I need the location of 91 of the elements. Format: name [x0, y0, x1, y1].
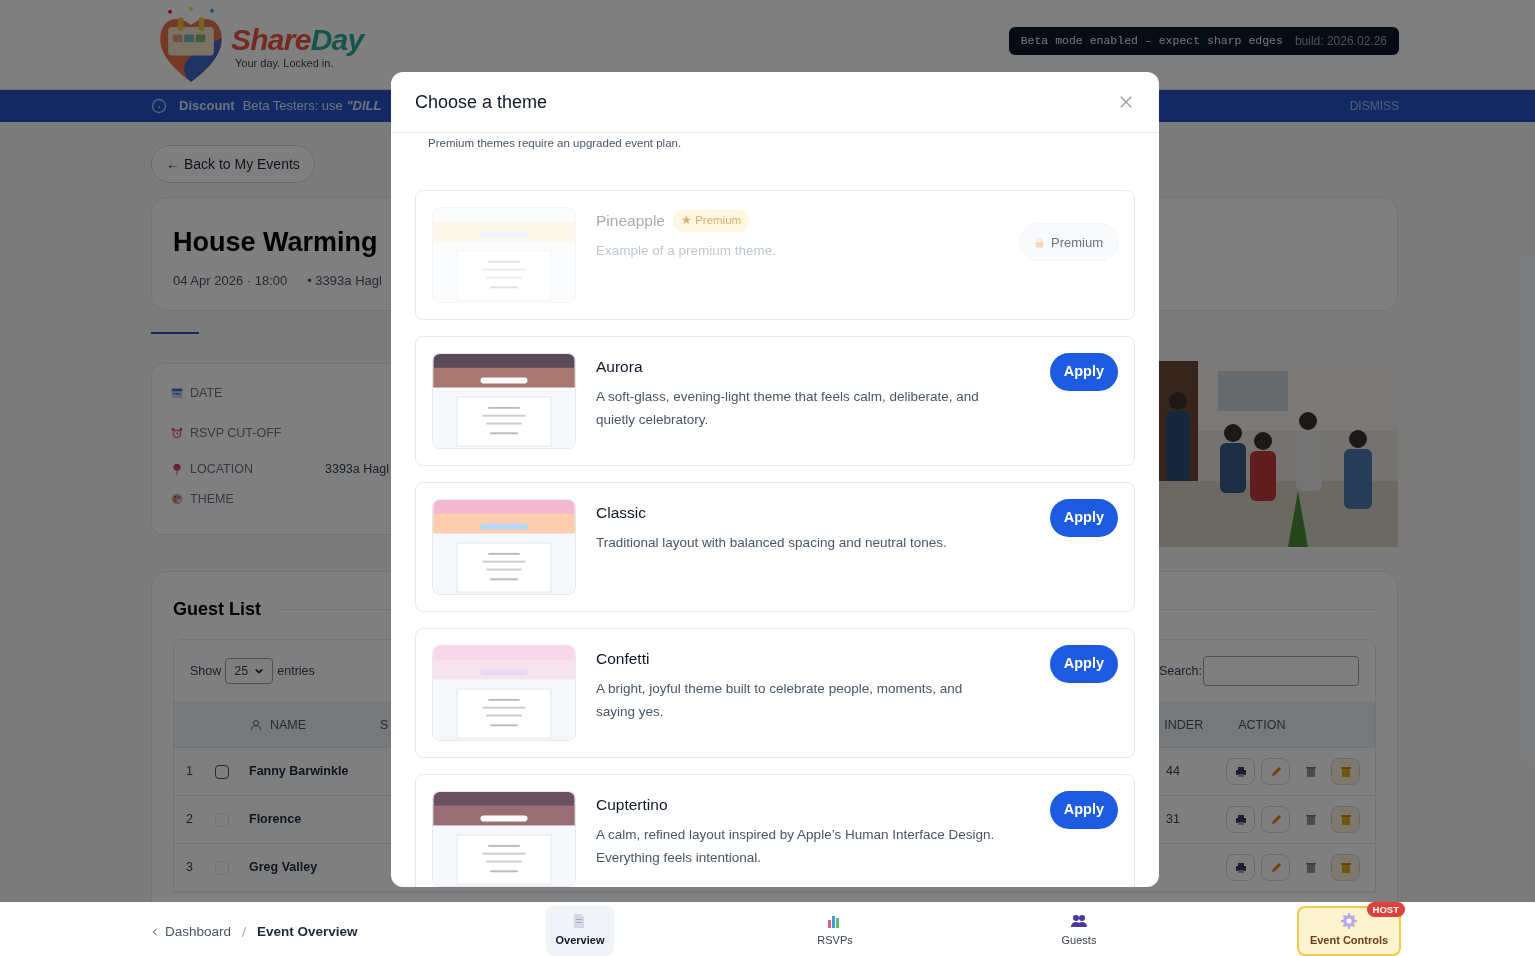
pencil-icon: [1269, 813, 1282, 826]
banner-label: Discount: [179, 97, 235, 116]
scroll-icon: [1339, 861, 1352, 874]
edit-button[interactable]: [1261, 806, 1290, 833]
theme-description: A calm, refined layout inspired by Apple’s Human Interface Design. Everything feels intentional.: [596, 825, 996, 867]
tab-indicator: [151, 332, 199, 334]
print-button[interactable]: [1226, 806, 1255, 833]
event-date: 04 Apr 2026 · 18:00: [173, 272, 288, 290]
row-checkbox[interactable]: [215, 764, 229, 779]
trash-icon: [1304, 765, 1317, 778]
brand-name: ShareDay: [231, 25, 364, 55]
breadcrumb-link[interactable]: Dashboard: [151, 922, 232, 943]
tagline: Your day. Locked in.: [235, 56, 335, 71]
nav-tab[interactable]: RSVPs: [800, 906, 870, 956]
detail-value: 3393a Hagl: [325, 460, 389, 478]
edit-button[interactable]: [1261, 758, 1290, 785]
person-icon: [250, 719, 262, 731]
pencil-icon: [1269, 765, 1282, 778]
guest-name: Greg Valley: [249, 860, 318, 875]
theme-description: Example of a premium theme.: [596, 241, 778, 260]
detail-label: DATE: [190, 384, 224, 402]
detail-label: RSVP CUT-OFF: [190, 424, 283, 442]
printer-icon: [1234, 813, 1247, 826]
column-header: NAME: [270, 716, 307, 734]
guest-name: Florence: [249, 812, 302, 827]
printer-icon: [1234, 765, 1247, 778]
row-number: 1: [186, 763, 194, 781]
premium-badge: ★ Premium: [672, 210, 750, 232]
scroll-button[interactable]: [1331, 758, 1360, 785]
trash-icon: [1304, 861, 1317, 874]
people-icon: [1071, 913, 1087, 930]
row-number: 3: [186, 859, 194, 877]
calendar-icon: [170, 386, 184, 400]
entries-label: entries: [277, 662, 315, 680]
nav-tab[interactable]: Overview: [546, 906, 614, 956]
reminder-count: 44: [1166, 764, 1180, 779]
column-header: INDER: [1164, 716, 1204, 734]
detail-label: LOCATION: [190, 460, 254, 478]
apply-button[interactable]: Apply: [1049, 353, 1118, 392]
page-size-select[interactable]: 25: [225, 658, 274, 684]
row-number: 2: [186, 811, 194, 829]
scroll-icon: [1339, 765, 1352, 778]
scroll-button[interactable]: [1331, 806, 1360, 833]
search-label: Search:: [1158, 662, 1202, 680]
scroll-icon: [1339, 813, 1352, 826]
detail-label: THEME: [190, 490, 235, 508]
search-field[interactable]: [1203, 656, 1359, 686]
dialog-title: Choose a theme: [415, 90, 548, 114]
breadcrumb-current: Event Overview: [257, 923, 358, 941]
host-badge: HOST: [1366, 902, 1405, 917]
print-button[interactable]: [1226, 854, 1255, 881]
print-button[interactable]: [1226, 758, 1255, 785]
trash-icon: [1304, 813, 1317, 826]
theme-name: Confetti: [596, 649, 650, 670]
pencil-icon: [1269, 861, 1282, 874]
apply-button[interactable]: Apply: [1049, 645, 1118, 684]
reminder-count: 31: [1166, 812, 1180, 827]
lock-icon: [1034, 235, 1045, 249]
info-icon: [151, 98, 167, 114]
theme-description: Traditional layout with balanced spacing and neutral tones.: [596, 533, 948, 552]
theme-name: Classic: [596, 503, 646, 524]
show-label: Show: [190, 662, 222, 680]
theme-name: Pineapple: [596, 211, 665, 232]
gear-icon: [1341, 913, 1357, 930]
theme-description: A soft-glass, evening-light theme that feels calm, deliberate, and quietly celebratory.: [596, 387, 980, 429]
section-title: Guest List: [173, 598, 261, 621]
alarm-clock-icon: [170, 426, 184, 440]
event-location: • 3393a Hagl: [307, 272, 382, 290]
event-title: House Warming: [173, 226, 378, 259]
theme-name: Cuptertino: [596, 795, 668, 816]
nav-tab[interactable]: Guests: [1044, 906, 1114, 956]
back-button[interactable]: ← Back to My Events: [151, 145, 315, 183]
theme-description: A bright, joyful theme built to celebrate people, moments, and saying yes.: [596, 679, 964, 721]
beta-message: Beta mode enabled – expect sharp edges: [1020, 32, 1283, 49]
guest-name: Fanny Barwinkle: [249, 764, 349, 779]
scroll-button[interactable]: [1331, 854, 1360, 881]
close-icon: [1119, 95, 1133, 109]
column-header: S: [380, 716, 389, 734]
dialog-note: Premium themes require an upgraded event plan.: [427, 136, 683, 151]
column-header: ACTION: [1238, 716, 1286, 734]
apply-button[interactable]: Apply: [1049, 791, 1118, 830]
chevron-left-icon: [151, 927, 159, 938]
printer-icon: [1234, 861, 1247, 874]
breadcrumb-separator-icon: [240, 925, 249, 940]
build-label: build: 2026.02.26: [1294, 32, 1387, 50]
banner-text: Beta Testers: use "DILL: [242, 97, 382, 116]
apply-button[interactable]: Apply: [1049, 499, 1118, 538]
chevron-down-icon: [254, 666, 265, 676]
palette-icon: [170, 492, 184, 506]
edit-button[interactable]: [1261, 854, 1290, 881]
theme-name: Aurora: [596, 357, 643, 378]
